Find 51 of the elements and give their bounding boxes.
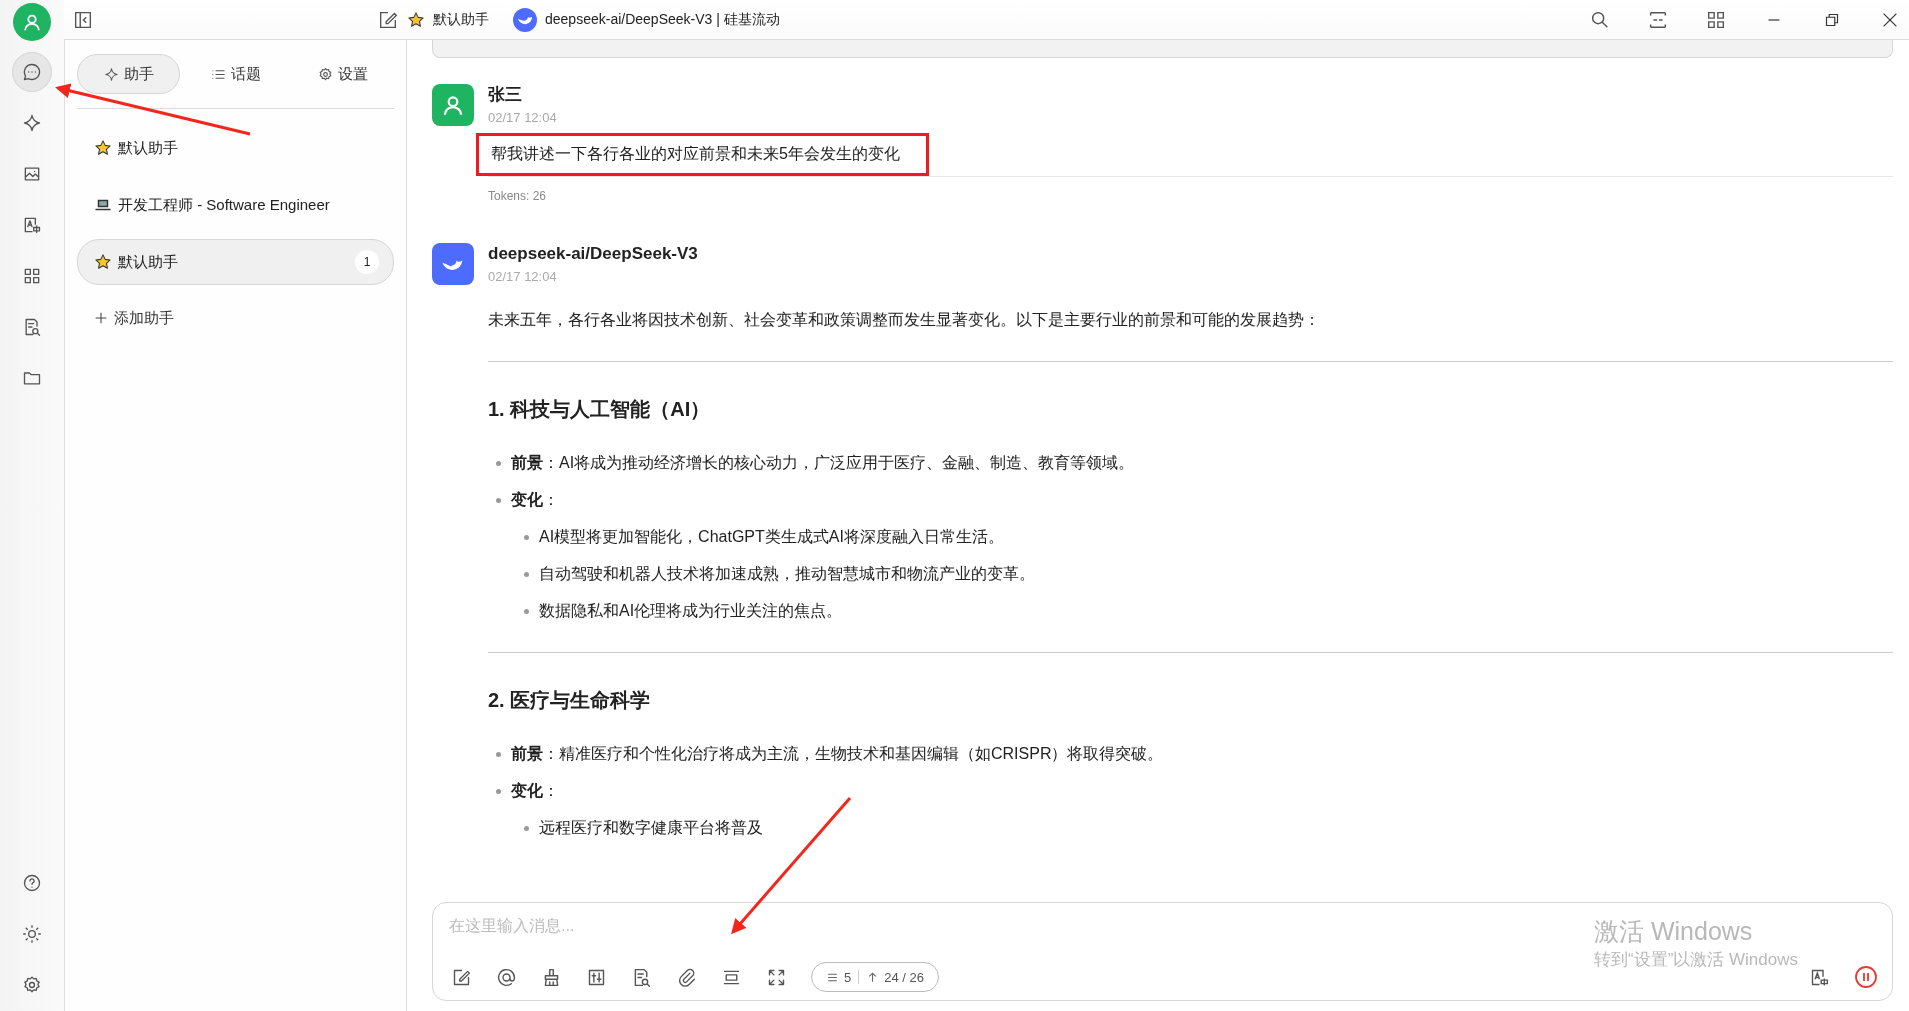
watermark-title: 激活 Windows	[1594, 916, 1754, 947]
bullet-icon	[524, 609, 529, 614]
assistant-item[interactable]: 默认助手	[77, 125, 394, 171]
bullet-text: 变化：	[511, 781, 559, 801]
bullet-text: 前景：AI将成为推动经济增长的核心动力，广泛应用于医疗、金融、制造、教育等领域。	[511, 453, 1135, 473]
plus-icon	[93, 310, 109, 326]
bullet-icon	[496, 498, 501, 503]
message-time: 02/17 12:04	[488, 269, 558, 284]
panel-tab[interactable]: 设置	[291, 54, 394, 94]
bullet-icon	[524, 826, 529, 831]
sender-name: deepseek-ai/DeepSeek-V3	[488, 243, 699, 265]
settings-icon	[317, 66, 333, 82]
panel-tab[interactable]: 话题	[184, 54, 287, 94]
pause-icon[interactable]	[1854, 965, 1878, 989]
bullet-icon	[524, 535, 529, 540]
star-icon	[94, 139, 112, 157]
section-heading: 2. 医疗与生命科学	[488, 688, 652, 713]
bullet-text: 远程医疗和数字健康平台将普及	[539, 818, 763, 838]
whale-avatar	[432, 243, 474, 285]
assistant-item[interactable]: 开发工程师 - Software Engineer	[77, 182, 394, 228]
star-icon	[94, 253, 112, 271]
message-time: 02/17 12:04	[488, 110, 558, 125]
panel-tab[interactable]: 助手	[77, 54, 180, 94]
token-counter[interactable]: 5 24 / 26	[811, 962, 939, 992]
section-heading: 1. 科技与人工智能（AI）	[488, 397, 712, 422]
user-avatar	[432, 84, 474, 126]
model-name: deepseek-ai/DeepSeek-V3 | 硅基流动	[545, 10, 780, 29]
paperclip-icon[interactable]	[676, 966, 697, 988]
whale-logo-icon	[513, 7, 537, 32]
bullet-icon	[496, 752, 501, 757]
bullet-text: 变化：	[511, 490, 559, 510]
bullet-icon	[496, 789, 501, 794]
watermark-subtitle: 转到“设置”以激活 Windows	[1594, 949, 1798, 971]
token-count: Tokens: 26	[488, 189, 548, 203]
user-avatar[interactable]	[13, 3, 51, 41]
bullet-text: 前景：精准医疗和个性化治疗将成为主流，生物技术和基因编辑（如CRISPR）将取得突破。	[511, 744, 1164, 764]
message-text: 帮我讲述一下各行各业的对应前景和未来5年会发生的变化	[491, 145, 900, 162]
sparkle-icon	[103, 66, 119, 82]
assistant-item[interactable]: 默认助手 1	[77, 239, 394, 285]
chat-bubble-icon[interactable]	[12, 52, 52, 92]
sender-name: 张三	[488, 84, 523, 106]
assistant-name: 默认助手	[433, 10, 489, 29]
bullet-text: 自动驾驶和机器人技术将加速成熟，推动智慧城市和物流产业的变革。	[539, 564, 1035, 584]
star-icon	[407, 10, 425, 29]
bullet-icon	[524, 572, 529, 577]
bullet-text: 数据隐私和AI伦理将成为行业关注的焦点。	[539, 601, 843, 621]
at-icon[interactable]	[496, 966, 517, 988]
add-assistant-button[interactable]: 添加助手	[77, 296, 394, 340]
message-text: 未来五年，各行各业将因技术创新、社会变革和政策调整而发生显著变化。以下是主要行业的前景和可能的发展趋势：	[488, 310, 1321, 330]
bullet-text: AI模型将更加智能化，ChatGPT类生成式AI将深度融入日常生活。	[539, 527, 1004, 547]
bullet-icon	[496, 461, 501, 466]
